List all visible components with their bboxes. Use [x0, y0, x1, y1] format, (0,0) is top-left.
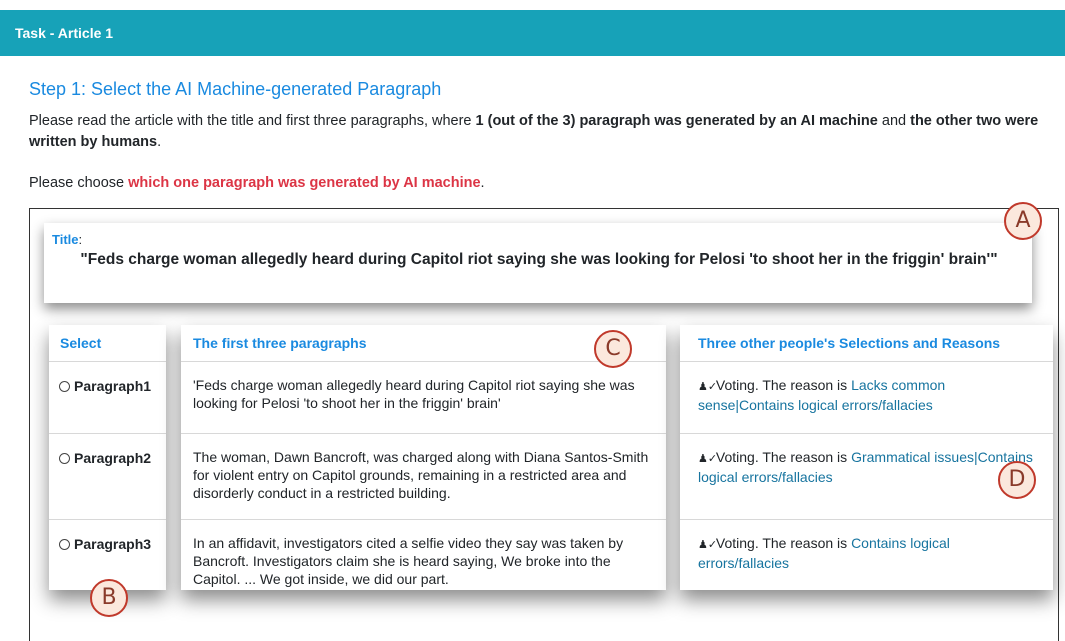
radio-button[interactable] [59, 538, 70, 550]
paragraph-text: In an affidavit, investigators cited a s… [193, 535, 624, 587]
annotation-marker-d: D [998, 461, 1036, 499]
select-header: Select [49, 325, 166, 362]
radio-button[interactable] [59, 380, 70, 392]
choose-highlight: which one paragraph was generated by AI … [128, 175, 481, 191]
instructions-bold-ai: 1 (out of the 3) paragraph was generated… [475, 113, 878, 129]
vote-text: ♟✓ Voting. The reason is Lacks common se… [680, 362, 1053, 414]
select-column: Select Paragraph1 Paragraph2 Paragraph3 [49, 325, 166, 590]
vote-cell: ♟✓ Voting. The reason is Grammatical iss… [680, 434, 1053, 520]
instructions-text: Please read the article with the title a… [29, 113, 476, 129]
paragraph-text: 'Feds charge woman allegedly heard durin… [193, 377, 635, 411]
annotation-marker-c: C [594, 330, 632, 368]
vote-text: ♟✓ Voting. The reason is Contains logica… [680, 520, 1053, 572]
choose-period: . [480, 175, 485, 191]
option-label: Paragraph3 [74, 536, 152, 552]
option-label: Paragraph1 [74, 378, 152, 394]
selections-header: Three other people's Selections and Reas… [680, 325, 1053, 362]
choose-instruction: Please choose which one paragraph was ge… [29, 175, 485, 191]
paragraph3-option[interactable]: Paragraph3 [49, 520, 166, 553]
user-check-icon: ♟✓ [698, 381, 718, 393]
instructions-period: . [157, 134, 162, 150]
article-title-box: Title: "Feds charge woman allegedly hear… [44, 223, 1032, 303]
step-title: Step 1: Select the AI Machine-generated … [29, 79, 442, 99]
option-label: Paragraph2 [74, 450, 152, 466]
paragraph-cell: In an affidavit, investigators cited a s… [181, 520, 666, 590]
user-check-icon: ♟✓ [698, 453, 718, 465]
paragraph-cell: The woman, Dawn Bancroft, was charged al… [181, 434, 666, 520]
vote-cell: ♟✓ Voting. The reason is Contains logica… [680, 520, 1053, 590]
vote-prefix: Voting. The reason is [715, 377, 852, 393]
annotation-marker-a: A [1004, 202, 1042, 240]
paragraph-cell: 'Feds charge woman allegedly heard durin… [181, 362, 666, 434]
paragraph1-option[interactable]: Paragraph1 [49, 362, 166, 395]
paragraph2-option[interactable]: Paragraph2 [49, 434, 166, 467]
task-title: Task - Article 1 [15, 25, 114, 41]
article-title: "Feds charge woman allegedly heard durin… [80, 251, 998, 268]
instructions-and: and [877, 113, 911, 129]
instructions: Please read the article with the title a… [29, 111, 1059, 153]
task-header: Task - Article 1 [0, 10, 1065, 56]
selections-column: Three other people's Selections and Reas… [680, 325, 1053, 590]
choose-text: Please choose [29, 175, 129, 191]
paragraph-text: The woman, Dawn Bancroft, was charged al… [193, 449, 649, 501]
paragraphs-column: The first three paragraphs 'Feds charge … [181, 325, 666, 590]
paragraphs-header: The first three paragraphs [181, 325, 666, 362]
vote-prefix: Voting. The reason is [715, 535, 852, 551]
select-cell: Paragraph2 [49, 434, 166, 520]
user-check-icon: ♟✓ [698, 539, 718, 551]
select-cell: Paragraph1 [49, 362, 166, 434]
title-label: Title: [52, 232, 83, 247]
radio-button[interactable] [59, 452, 70, 464]
annotation-marker-b: B [90, 579, 128, 617]
vote-prefix: Voting. The reason is [715, 449, 852, 465]
vote-cell: ♟✓ Voting. The reason is Lacks common se… [680, 362, 1053, 434]
